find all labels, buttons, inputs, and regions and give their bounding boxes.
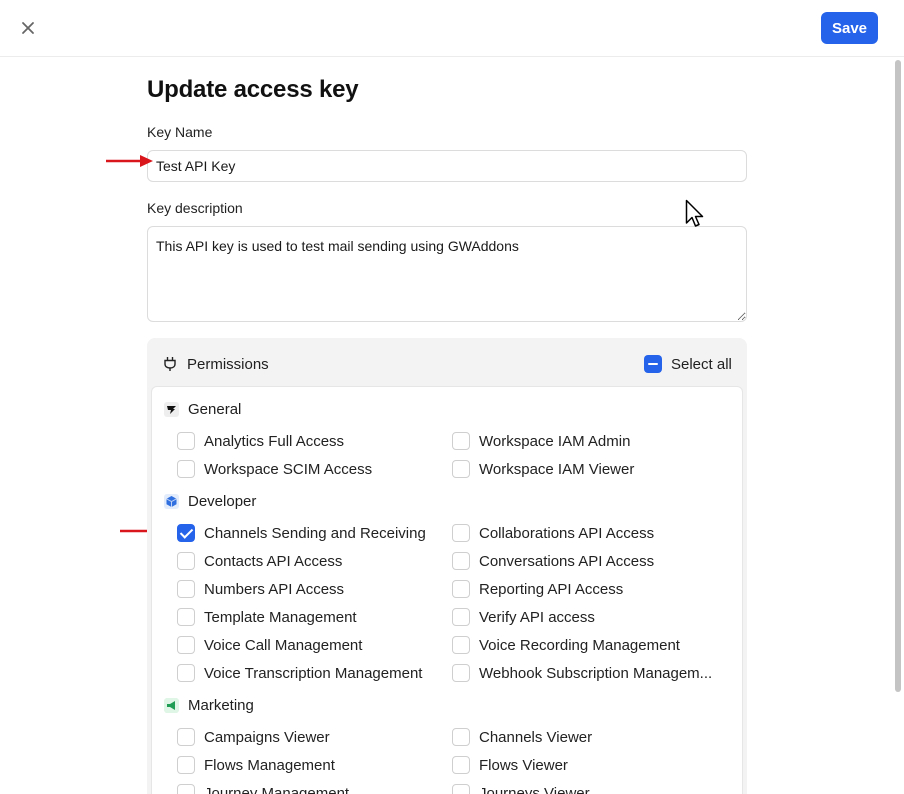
permission-checkbox[interactable] [177, 728, 195, 746]
permission-label: Flows Management [204, 756, 335, 774]
permission-checkbox[interactable] [177, 636, 195, 654]
permission-checkbox[interactable] [452, 756, 470, 774]
permission-item[interactable]: Verify API access [452, 608, 595, 626]
permission-label: Reporting API Access [479, 580, 624, 598]
select-all-label: Select all [671, 355, 732, 373]
permission-item[interactable]: Voice Transcription Management [177, 664, 422, 682]
key-description-label: Key description [147, 200, 243, 216]
permission-label: Verify API access [479, 608, 595, 626]
permission-item[interactable]: Channels Viewer [452, 728, 592, 746]
developer-cube-icon [164, 494, 179, 509]
permission-checkbox[interactable] [177, 756, 195, 774]
permission-item[interactable]: Journey Management [177, 784, 349, 794]
permission-label: Collaborations API Access [479, 524, 655, 542]
bird-logo-icon [164, 402, 179, 417]
permission-label: Campaigns Viewer [204, 728, 330, 746]
plug-icon [163, 356, 177, 372]
permission-label: Workspace IAM Admin [479, 432, 631, 450]
permission-label: Voice Recording Management [479, 636, 680, 654]
permission-checkbox[interactable] [177, 460, 195, 478]
permission-item[interactable]: Voice Recording Management [452, 636, 680, 654]
permission-item[interactable]: Flows Viewer [452, 756, 568, 774]
red-arrow-icon [106, 155, 153, 167]
permission-label: Voice Transcription Management [204, 664, 423, 682]
permission-checkbox[interactable] [177, 552, 195, 570]
save-button[interactable]: Save [821, 12, 878, 44]
permission-item[interactable]: Conversations API Access [452, 552, 654, 570]
group-marketing: Marketing [164, 697, 254, 714]
mouse-pointer-icon [685, 199, 704, 227]
permission-item[interactable]: Journeys Viewer [452, 784, 590, 794]
permission-checkbox[interactable] [452, 552, 470, 570]
permission-label: Channels Viewer [479, 728, 593, 746]
permission-label: Template Management [204, 608, 357, 626]
group-general: General [164, 401, 241, 418]
permission-checkbox[interactable] [452, 460, 470, 478]
permission-item[interactable]: Campaigns Viewer [177, 728, 330, 746]
permission-label: Voice Call Management [204, 636, 363, 654]
permission-label: Webhook Subscription Managem... [479, 664, 713, 682]
permission-item[interactable]: Flows Management [177, 756, 335, 774]
permission-checkbox[interactable] [452, 636, 470, 654]
permission-label: Flows Viewer [479, 756, 568, 774]
permission-checkbox[interactable] [177, 432, 195, 450]
permission-item[interactable]: Workspace IAM Viewer [452, 460, 634, 478]
close-icon[interactable] [16, 16, 40, 40]
permission-checkbox[interactable] [177, 664, 195, 682]
permission-label: Journeys Viewer [479, 784, 590, 794]
permission-item[interactable]: Template Management [177, 608, 357, 626]
permission-label: Conversations API Access [479, 552, 655, 570]
select-all-indeterminate-box[interactable] [644, 355, 662, 373]
group-label: Marketing [188, 697, 254, 714]
permission-checkbox[interactable] [452, 524, 470, 542]
permissions-panel: Permissions Select all General Analytics… [147, 338, 747, 794]
permission-label: Journey Management [204, 784, 350, 794]
scrollbar[interactable] [895, 60, 901, 692]
permission-item[interactable]: Contacts API Access [177, 552, 342, 570]
megaphone-icon [164, 698, 179, 713]
group-label: General [188, 401, 242, 418]
permission-item[interactable]: Webhook Subscription Managem... [452, 664, 712, 682]
permission-checkbox[interactable] [177, 608, 195, 626]
key-name-label: Key Name [147, 124, 213, 140]
top-bar: Save [0, 0, 904, 57]
permission-checkbox[interactable] [452, 728, 470, 746]
permissions-title: Permissions [187, 356, 269, 373]
select-all-checkbox[interactable]: Select all [644, 355, 732, 373]
permission-item[interactable]: Workspace SCIM Access [177, 460, 372, 478]
permission-label: Workspace IAM Viewer [479, 460, 635, 478]
permission-checkbox[interactable] [452, 580, 470, 598]
permission-checkbox[interactable] [452, 432, 470, 450]
permission-label: Analytics Full Access [204, 432, 345, 450]
permission-item[interactable]: Collaborations API Access [452, 524, 654, 542]
permission-item[interactable]: Numbers API Access [177, 580, 344, 598]
permission-checkbox-checked[interactable] [177, 524, 195, 542]
permissions-list: General Analytics Full Access Workspace … [151, 386, 743, 794]
permission-label: Channels Sending and Receiving [204, 524, 426, 542]
group-label: Developer [188, 493, 257, 510]
permission-label: Numbers API Access [204, 580, 345, 598]
permission-item[interactable]: Channels Sending and Receiving [177, 524, 426, 542]
permission-item[interactable]: Workspace IAM Admin [452, 432, 630, 450]
permission-label: Contacts API Access [204, 552, 343, 570]
page-title: Update access key [147, 76, 359, 103]
key-description-input[interactable]: This API key is used to test mail sendin… [147, 226, 747, 322]
permission-label: Workspace SCIM Access [204, 460, 373, 478]
permission-checkbox[interactable] [452, 784, 470, 794]
group-developer: Developer [164, 493, 256, 510]
permission-checkbox[interactable] [452, 608, 470, 626]
permission-checkbox[interactable] [177, 784, 195, 794]
permission-checkbox[interactable] [177, 580, 195, 598]
permission-item[interactable]: Reporting API Access [452, 580, 623, 598]
key-name-input[interactable] [147, 150, 747, 182]
permission-item[interactable]: Analytics Full Access [177, 432, 344, 450]
permission-checkbox[interactable] [452, 664, 470, 682]
permission-item[interactable]: Voice Call Management [177, 636, 362, 654]
